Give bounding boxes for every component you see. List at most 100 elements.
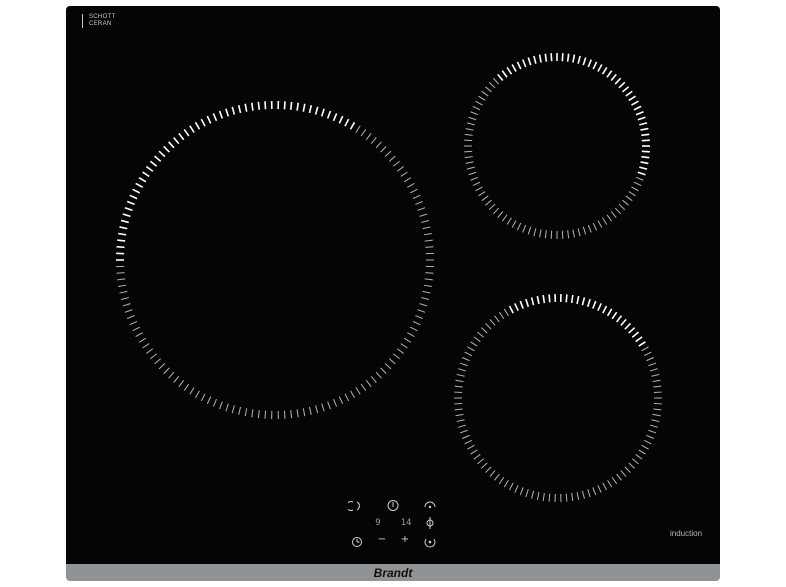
plus-button[interactable]: + xyxy=(398,535,412,545)
zone-ring-tick xyxy=(464,439,473,445)
zone-ring-tick xyxy=(421,219,430,223)
zone-ring-tick xyxy=(326,110,332,119)
zone-ring-tick xyxy=(465,128,474,131)
zone-ring-tick xyxy=(349,121,356,130)
zone-ring-tick xyxy=(544,53,548,62)
zone-ring-tick xyxy=(587,489,591,498)
zone-ring-tick xyxy=(370,137,377,144)
zone-ring-tick xyxy=(501,70,508,78)
zone-ring-tick xyxy=(466,166,475,170)
zone-ring-tick xyxy=(631,331,640,338)
zone-ring-tick xyxy=(122,303,131,307)
zone-ring-tick xyxy=(601,67,608,75)
zone-ring-tick xyxy=(614,77,622,85)
zone-ring-tick xyxy=(576,295,580,305)
zone-ring-tick xyxy=(415,315,424,319)
zone-ring-tick xyxy=(158,150,166,158)
zone-ring-tick xyxy=(117,278,126,281)
zone-ring-tick xyxy=(206,396,212,405)
zone-ring-tick xyxy=(183,383,190,391)
zone-ring-tick xyxy=(251,409,254,418)
power-icon[interactable] xyxy=(386,499,400,515)
zone-ring-tick xyxy=(344,118,350,127)
zone-ring-tick xyxy=(530,297,535,306)
zone-ring-tick xyxy=(635,176,644,181)
zone-ring-tick xyxy=(158,363,166,370)
zone-ring-tick xyxy=(456,373,465,377)
zone-ring-tick xyxy=(475,186,483,192)
zone-ring-tick xyxy=(344,393,350,402)
zone-ring-tick xyxy=(419,213,428,217)
medium-bottom-right-zone[interactable] xyxy=(454,294,662,502)
zone-ring-tick xyxy=(643,439,652,445)
zone-ring-tick xyxy=(477,331,484,338)
zone-ring-tick xyxy=(581,490,585,499)
timer-icon[interactable] xyxy=(350,536,364,551)
zone-ring-tick xyxy=(527,57,532,66)
zone-ring-tick xyxy=(163,367,170,374)
zone-ring-tick xyxy=(424,278,433,281)
zone-ring-tick xyxy=(393,353,400,360)
zone-ring-tick xyxy=(308,105,313,114)
minus-button[interactable]: − xyxy=(375,535,389,545)
zone-ring-tick xyxy=(567,230,570,239)
zone-ring-tick xyxy=(375,141,382,149)
zone-ring-tick xyxy=(283,101,286,110)
zone-ring-tick xyxy=(129,320,138,326)
zone-ring-tick xyxy=(257,410,260,419)
zone-ring-tick xyxy=(649,368,658,372)
zone-ring-tick xyxy=(464,150,473,153)
zone-ring-tick xyxy=(138,176,147,183)
zone-ring-tick xyxy=(393,160,400,167)
zone-ring-tick xyxy=(635,336,643,343)
pause-icon[interactable] xyxy=(423,535,437,551)
zone-ring-tick xyxy=(365,133,372,141)
zone-ring-tick xyxy=(400,343,408,349)
zone-ring-tick xyxy=(581,297,586,306)
zone-ring-tick xyxy=(327,401,331,410)
zone-ring-tick xyxy=(492,207,500,215)
zone-ring-tick xyxy=(129,194,138,200)
zone-ring-tick xyxy=(572,229,575,238)
zone-ring-tick xyxy=(396,348,404,354)
zone-ring-tick xyxy=(478,191,486,197)
zone-ring-tick xyxy=(380,367,387,374)
zone-ring-tick xyxy=(481,327,488,334)
zone-ring-tick xyxy=(244,103,248,112)
zone-select-icon[interactable] xyxy=(346,500,362,515)
zone-ring-tick xyxy=(400,171,408,177)
zone-ring-tick xyxy=(124,309,133,313)
zone-ring-tick xyxy=(509,482,514,491)
zone-ring-tick xyxy=(467,346,475,352)
zone-ring-tick xyxy=(592,487,597,496)
large-left-zone[interactable] xyxy=(116,101,434,419)
zone-ring-tick xyxy=(597,220,603,228)
zone-ring-tick xyxy=(639,166,648,170)
lock-icon[interactable] xyxy=(423,516,437,533)
small-top-right-zone[interactable] xyxy=(464,53,650,239)
zone-ring-tick xyxy=(639,122,648,126)
right-display-digits: 14 xyxy=(400,518,412,528)
zone-ring-tick xyxy=(497,73,504,82)
zone-ring-tick xyxy=(458,368,467,372)
zone-ring-tick xyxy=(602,305,608,314)
zone-ring-tick xyxy=(536,491,540,501)
boost-icon[interactable] xyxy=(423,499,437,515)
zone-ring-tick xyxy=(625,195,633,202)
zone-ring-tick xyxy=(624,322,632,330)
zone-ring-tick xyxy=(620,318,627,326)
zone-ring-tick xyxy=(646,357,654,362)
zone-ring-tick xyxy=(264,101,267,110)
zone-ring-tick xyxy=(425,246,434,248)
zone-ring-tick xyxy=(508,305,514,314)
zone-ring-tick xyxy=(640,161,649,165)
zone-ring-tick xyxy=(597,303,602,312)
zone-ring-tick xyxy=(132,188,141,194)
zone-ring-tick xyxy=(237,105,242,114)
zone-ring-tick xyxy=(116,245,125,249)
zone-ring-tick xyxy=(572,54,576,63)
zone-ring-tick xyxy=(470,341,478,347)
zone-ring-tick xyxy=(624,466,631,473)
zone-ring-tick xyxy=(407,332,415,338)
zone-ring-tick xyxy=(332,113,338,122)
